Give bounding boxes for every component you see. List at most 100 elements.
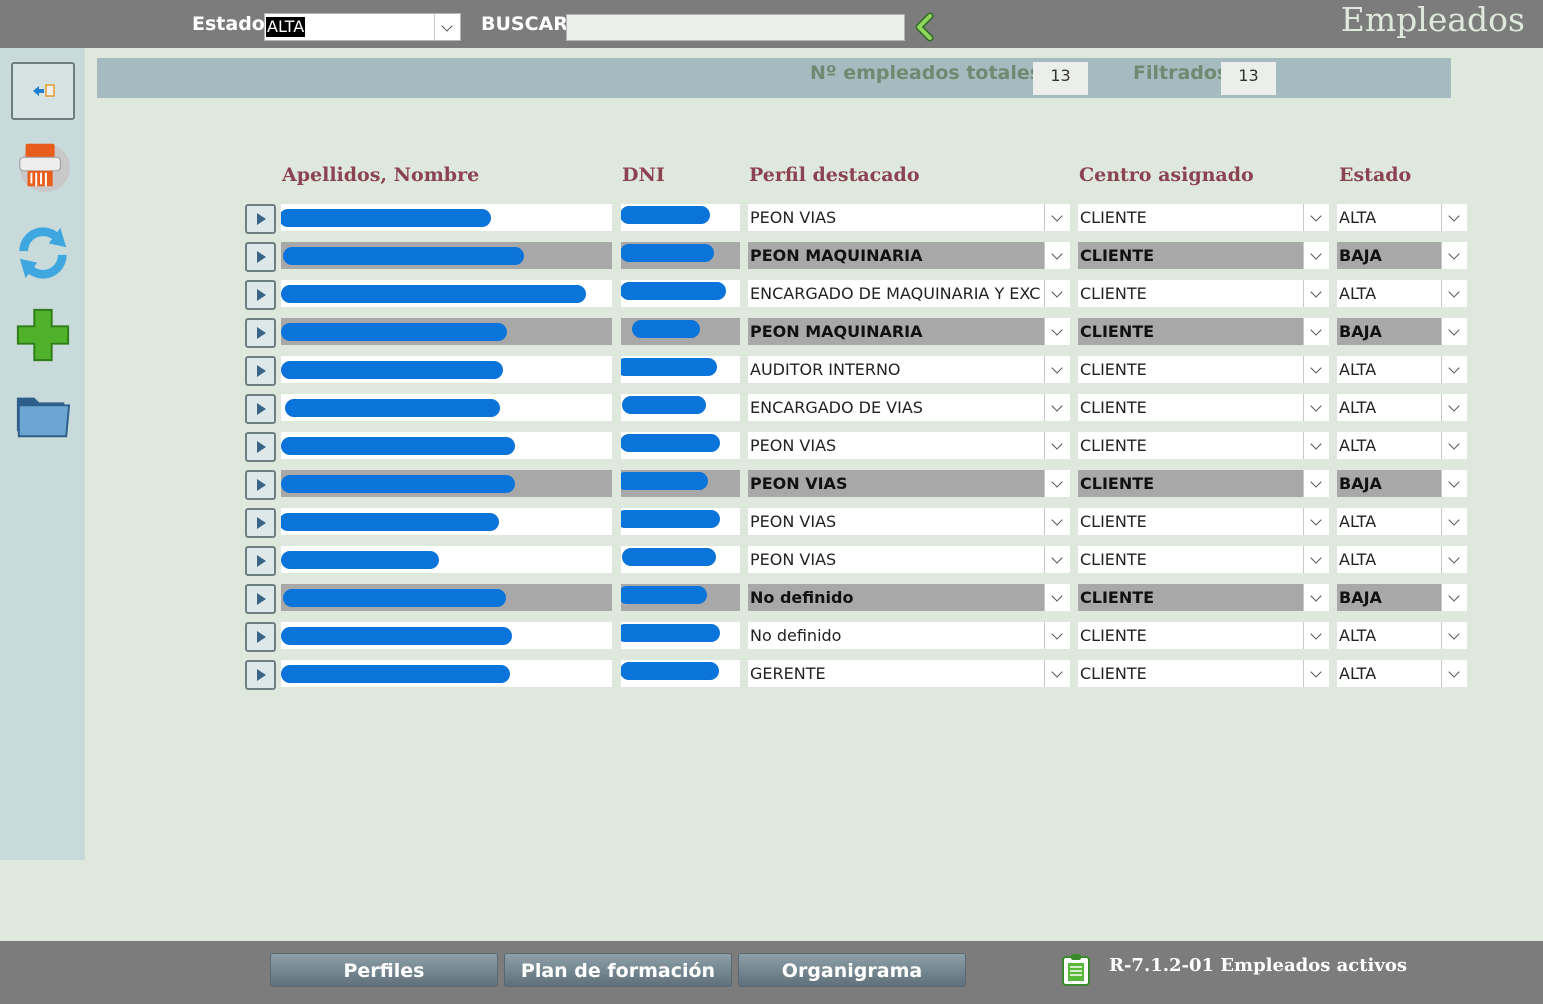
- open-record-button[interactable]: [245, 660, 276, 690]
- pdf-report-icon[interactable]: [11, 136, 75, 194]
- chevron-down-icon[interactable]: [1044, 660, 1070, 687]
- open-record-button[interactable]: [245, 622, 276, 652]
- chevron-down-icon[interactable]: [1044, 318, 1070, 345]
- estado-select[interactable]: ALTA: [1337, 622, 1467, 649]
- open-record-button[interactable]: [245, 584, 276, 614]
- open-record-button[interactable]: [245, 394, 276, 424]
- chevron-down-icon[interactable]: [1303, 622, 1329, 649]
- open-record-button[interactable]: [245, 508, 276, 538]
- chevron-down-icon[interactable]: [1441, 356, 1467, 383]
- open-record-button[interactable]: [245, 318, 276, 348]
- exit-button[interactable]: [11, 62, 75, 120]
- centro-select[interactable]: CLIENTE: [1078, 546, 1329, 573]
- open-record-button[interactable]: [245, 470, 276, 500]
- estado-select[interactable]: ALTA: [1337, 204, 1467, 231]
- chevron-down-icon[interactable]: [1441, 394, 1467, 421]
- chevron-down-icon[interactable]: [1303, 660, 1329, 687]
- estado-select[interactable]: ALTA: [1337, 394, 1467, 421]
- estado-select[interactable]: BAJA: [1337, 242, 1467, 269]
- perfil-select[interactable]: PEON MAQUINARIA: [748, 242, 1070, 269]
- open-record-button[interactable]: [245, 356, 276, 386]
- chevron-down-icon[interactable]: [1044, 242, 1070, 269]
- estado-select[interactable]: ALTA: [1337, 432, 1467, 459]
- centro-select[interactable]: CLIENTE: [1078, 470, 1329, 497]
- estado-select[interactable]: ALTA: [1337, 546, 1467, 573]
- perfil-select[interactable]: ENCARGADO DE MAQUINARIA Y EXC: [748, 280, 1070, 307]
- chevron-down-icon[interactable]: [1303, 280, 1329, 307]
- report-link[interactable]: R-7.1.2-01 Empleados activos: [1109, 955, 1407, 976]
- perfil-select[interactable]: PEON VIAS: [748, 546, 1070, 573]
- chevron-down-icon[interactable]: [1303, 432, 1329, 459]
- perfil-select[interactable]: PEON MAQUINARIA: [748, 318, 1070, 345]
- centro-select[interactable]: CLIENTE: [1078, 508, 1329, 535]
- chevron-down-icon[interactable]: [1441, 584, 1467, 611]
- chevron-down-icon[interactable]: [1441, 432, 1467, 459]
- chevron-down-icon[interactable]: [1441, 660, 1467, 687]
- chevron-down-icon[interactable]: [1044, 508, 1070, 535]
- organigrama-button[interactable]: Organigrama: [738, 953, 966, 987]
- perfil-select[interactable]: AUDITOR INTERNO: [748, 356, 1070, 383]
- chevron-down-icon[interactable]: [1044, 584, 1070, 611]
- chevron-down-icon[interactable]: [1044, 622, 1070, 649]
- perfil-select[interactable]: PEON VIAS: [748, 432, 1070, 459]
- centro-select[interactable]: CLIENTE: [1078, 584, 1329, 611]
- chevron-down-icon[interactable]: [1441, 318, 1467, 345]
- chevron-down-icon[interactable]: [1441, 546, 1467, 573]
- centro-select[interactable]: CLIENTE: [1078, 622, 1329, 649]
- chevron-down-icon[interactable]: [1303, 318, 1329, 345]
- open-record-button[interactable]: [245, 546, 276, 576]
- chevron-down-icon[interactable]: [1441, 508, 1467, 535]
- centro-select[interactable]: CLIENTE: [1078, 394, 1329, 421]
- search-input[interactable]: [566, 14, 905, 41]
- chevron-down-icon[interactable]: [1303, 242, 1329, 269]
- perfil-select[interactable]: PEON VIAS: [748, 204, 1070, 231]
- chevron-down-icon[interactable]: [1303, 508, 1329, 535]
- chevron-down-icon[interactable]: [1441, 242, 1467, 269]
- chevron-down-icon[interactable]: [1044, 394, 1070, 421]
- chevron-down-icon[interactable]: [1044, 280, 1070, 307]
- plan-formacion-button[interactable]: Plan de formación: [504, 953, 732, 987]
- chevron-down-icon[interactable]: [1044, 546, 1070, 573]
- perfiles-button[interactable]: Perfiles: [270, 953, 498, 987]
- chevron-down-icon[interactable]: [1044, 204, 1070, 231]
- perfil-select[interactable]: ENCARGADO DE VIAS: [748, 394, 1070, 421]
- open-record-button[interactable]: [245, 204, 276, 234]
- chevron-down-icon[interactable]: [1441, 622, 1467, 649]
- chevron-down-icon[interactable]: [1441, 204, 1467, 231]
- centro-select[interactable]: CLIENTE: [1078, 280, 1329, 307]
- estado-select[interactable]: BAJA: [1337, 318, 1467, 345]
- chevron-down-icon[interactable]: [1303, 584, 1329, 611]
- centro-select[interactable]: CLIENTE: [1078, 204, 1329, 231]
- perfil-select[interactable]: No definido: [748, 622, 1070, 649]
- centro-select[interactable]: CLIENTE: [1078, 660, 1329, 687]
- centro-select[interactable]: CLIENTE: [1078, 432, 1329, 459]
- open-record-button[interactable]: [245, 280, 276, 310]
- chevron-down-icon[interactable]: [1044, 432, 1070, 459]
- centro-select[interactable]: CLIENTE: [1078, 356, 1329, 383]
- centro-select[interactable]: CLIENTE: [1078, 242, 1329, 269]
- chevron-down-icon[interactable]: [1044, 470, 1070, 497]
- perfil-select[interactable]: No definido: [748, 584, 1070, 611]
- perfil-select[interactable]: PEON VIAS: [748, 470, 1070, 497]
- estado-filter-select[interactable]: ALTA: [264, 13, 461, 41]
- chevron-down-icon[interactable]: [1303, 470, 1329, 497]
- open-record-button[interactable]: [245, 432, 276, 462]
- chevron-down-icon[interactable]: [1044, 356, 1070, 383]
- chevron-down-icon[interactable]: [1303, 394, 1329, 421]
- estado-select[interactable]: BAJA: [1337, 470, 1467, 497]
- estado-select[interactable]: ALTA: [1337, 356, 1467, 383]
- centro-select[interactable]: CLIENTE: [1078, 318, 1329, 345]
- chevron-down-icon[interactable]: [434, 14, 460, 40]
- chevron-down-icon[interactable]: [1441, 280, 1467, 307]
- estado-select[interactable]: BAJA: [1337, 584, 1467, 611]
- chevron-down-icon[interactable]: [1441, 470, 1467, 497]
- estado-select[interactable]: ALTA: [1337, 660, 1467, 687]
- clipboard-report-icon[interactable]: [1061, 953, 1093, 987]
- perfil-select[interactable]: PEON VIAS: [748, 508, 1070, 535]
- chevron-down-icon[interactable]: [1303, 356, 1329, 383]
- chevron-down-icon[interactable]: [1303, 204, 1329, 231]
- chevron-left-icon[interactable]: [910, 12, 938, 42]
- perfil-select[interactable]: GERENTE: [748, 660, 1070, 687]
- estado-select[interactable]: ALTA: [1337, 508, 1467, 535]
- estado-select[interactable]: ALTA: [1337, 280, 1467, 307]
